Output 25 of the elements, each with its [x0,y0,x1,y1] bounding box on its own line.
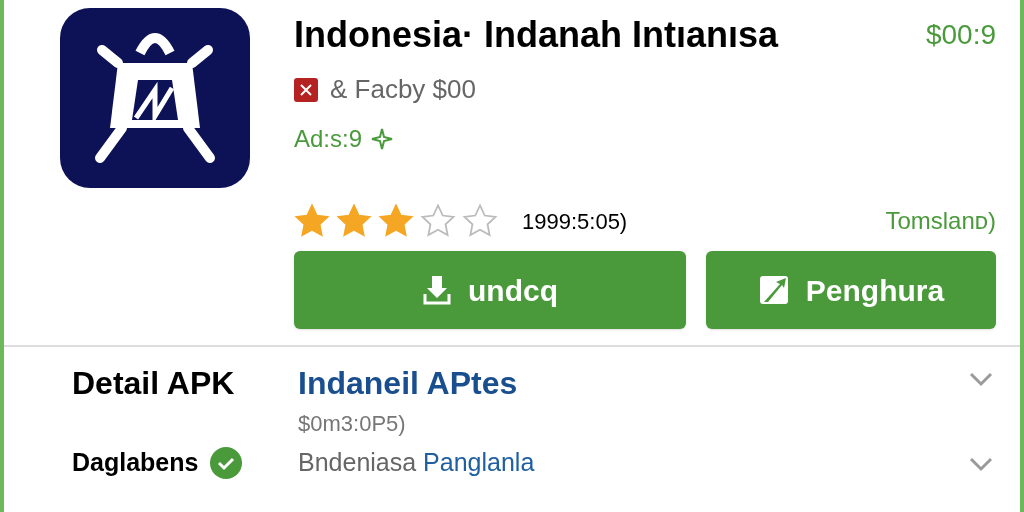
sparkle-icon [370,127,395,151]
detail-label: Daglabens [72,447,199,478]
app-logo-icon [60,8,250,188]
download-icon [422,274,452,306]
rating-text: 1999:5:05) [522,207,628,236]
close-icon [294,77,318,102]
detail-value: Bndeniasa Panglanla [298,447,536,478]
star-icon [294,204,330,238]
developer-name: & Facby $00 [330,73,476,106]
download-button[interactable]: undcq [294,251,686,329]
detail-value: Indaneil APtes [298,364,519,403]
share-button[interactable]: Penghura [706,251,996,329]
star-icon [336,204,372,238]
app-price: $00:9 [925,18,996,52]
detail-subtext: $0m3:0P5) [298,410,407,438]
star-icon [378,204,414,238]
chevron-icon[interactable] [968,371,994,387]
check-icon [210,446,243,479]
app-title: Indonesia· Indanah Intıanısa [294,13,779,57]
ads-label: Ad:s:9 [294,124,363,154]
empty-star-icon [462,204,498,238]
side-link[interactable]: Tomslanᴅ) [885,203,996,239]
empty-star-icon [420,204,456,238]
detail-label: Detail APK [72,364,235,403]
chevron-icon[interactable] [968,456,994,472]
